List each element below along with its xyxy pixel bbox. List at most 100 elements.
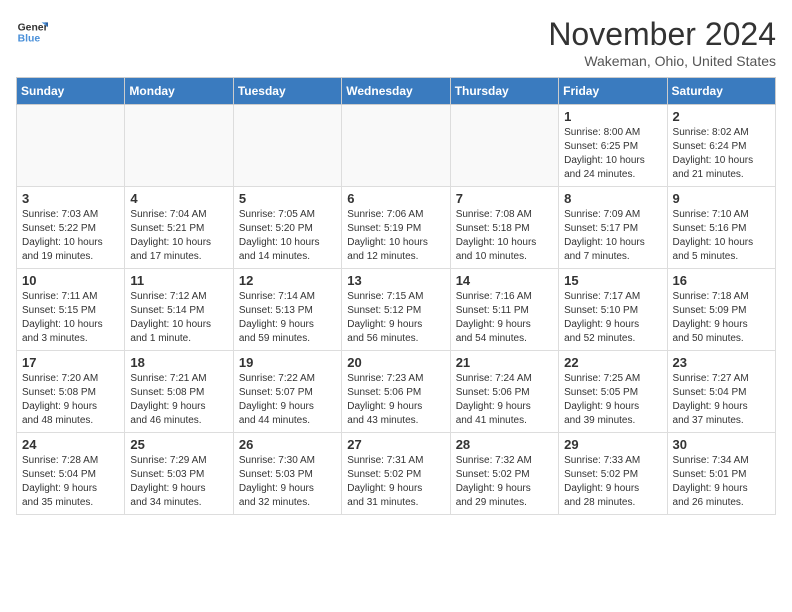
calendar-cell: 18 Sunrise: 7:21 AM Sunset: 5:08 PM Dayli…	[125, 351, 233, 433]
calendar-cell: 16Sunrise: 7:18 AM Sunset: 5:09 PM Dayli…	[667, 269, 775, 351]
day-number: 11	[130, 273, 227, 288]
day-number: 19	[239, 355, 336, 370]
day-number: 24	[22, 437, 119, 452]
logo-icon: General Blue	[16, 16, 48, 48]
day-info: Sunrise: 7:28 AM Sunset: 5:04 PM Dayligh…	[22, 454, 119, 510]
day-number: 20	[347, 355, 444, 370]
weekday-header-monday: Monday	[125, 78, 233, 105]
calendar-cell: 5 Sunrise: 7:05 AM Sunset: 5:20 PM Daylig…	[233, 187, 341, 269]
calendar-cell	[125, 105, 233, 187]
calendar-cell: 8Sunrise: 7:09 AM Sunset: 5:17 PM Daylig…	[559, 187, 667, 269]
calendar-cell: 15 Sunrise: 7:17 AM Sunset: 5:10 PM Dayli…	[559, 269, 667, 351]
day-number: 2	[673, 109, 770, 124]
calendar-cell: 22 Sunrise: 7:25 AM Sunset: 5:05 PM Dayli…	[559, 351, 667, 433]
calendar-cell: 14Sunrise: 7:16 AM Sunset: 5:11 PM Dayli…	[450, 269, 558, 351]
calendar-cell: 29 Sunrise: 7:33 AM Sunset: 5:02 PM Dayli…	[559, 433, 667, 515]
day-info: Sunrise: 7:16 AM Sunset: 5:11 PM Dayligh…	[456, 290, 553, 346]
calendar-cell: 12Sunrise: 7:14 AM Sunset: 5:13 PM Dayli…	[233, 269, 341, 351]
calendar-cell: 2 Sunrise: 8:02 AM Sunset: 6:24 PM Daylig…	[667, 105, 775, 187]
calendar-week-4: 17 Sunrise: 7:20 AM Sunset: 5:08 PM Dayli…	[17, 351, 776, 433]
day-info: Sunrise: 8:02 AM Sunset: 6:24 PM Dayligh…	[673, 126, 770, 182]
calendar-week-1: 1 Sunrise: 8:00 AM Sunset: 6:25 PM Daylig…	[17, 105, 776, 187]
calendar-week-3: 10Sunrise: 7:11 AM Sunset: 5:15 PM Dayli…	[17, 269, 776, 351]
day-info: Sunrise: 7:17 AM Sunset: 5:10 PM Dayligh…	[564, 290, 661, 346]
calendar-cell: 6 Sunrise: 7:06 AM Sunset: 5:19 PM Daylig…	[342, 187, 450, 269]
weekday-header-tuesday: Tuesday	[233, 78, 341, 105]
svg-text:General: General	[18, 22, 48, 33]
calendar-week-2: 3 Sunrise: 7:03 AM Sunset: 5:22 PM Daylig…	[17, 187, 776, 269]
day-info: Sunrise: 7:06 AM Sunset: 5:19 PM Dayligh…	[347, 208, 444, 264]
day-number: 28	[456, 437, 553, 452]
day-info: Sunrise: 7:34 AM Sunset: 5:01 PM Dayligh…	[673, 454, 770, 510]
calendar-cell: 25 Sunrise: 7:29 AM Sunset: 5:03 PM Dayli…	[125, 433, 233, 515]
day-number: 8	[564, 191, 661, 206]
calendar-cell: 4 Sunrise: 7:04 AM Sunset: 5:21 PM Daylig…	[125, 187, 233, 269]
calendar-cell: 24 Sunrise: 7:28 AM Sunset: 5:04 PM Dayli…	[17, 433, 125, 515]
day-number: 6	[347, 191, 444, 206]
day-info: Sunrise: 7:11 AM Sunset: 5:15 PM Dayligh…	[22, 290, 119, 346]
day-info: Sunrise: 7:20 AM Sunset: 5:08 PM Dayligh…	[22, 372, 119, 428]
day-info: Sunrise: 7:33 AM Sunset: 5:02 PM Dayligh…	[564, 454, 661, 510]
day-number: 25	[130, 437, 227, 452]
day-number: 27	[347, 437, 444, 452]
day-number: 9	[673, 191, 770, 206]
day-info: Sunrise: 7:10 AM Sunset: 5:16 PM Dayligh…	[673, 208, 770, 264]
day-number: 30	[673, 437, 770, 452]
calendar-cell: 20 Sunrise: 7:23 AM Sunset: 5:06 PM Dayli…	[342, 351, 450, 433]
day-number: 29	[564, 437, 661, 452]
day-number: 26	[239, 437, 336, 452]
calendar-cell: 17 Sunrise: 7:20 AM Sunset: 5:08 PM Dayli…	[17, 351, 125, 433]
day-info: Sunrise: 8:00 AM Sunset: 6:25 PM Dayligh…	[564, 126, 661, 182]
day-number: 7	[456, 191, 553, 206]
month-title: November 2024	[548, 16, 776, 53]
calendar-cell: 30 Sunrise: 7:34 AM Sunset: 5:01 PM Dayli…	[667, 433, 775, 515]
day-info: Sunrise: 7:29 AM Sunset: 5:03 PM Dayligh…	[130, 454, 227, 510]
calendar-cell: 28 Sunrise: 7:32 AM Sunset: 5:02 PM Dayli…	[450, 433, 558, 515]
day-number: 18	[130, 355, 227, 370]
calendar-cell: 19 Sunrise: 7:22 AM Sunset: 5:07 PM Dayli…	[233, 351, 341, 433]
day-info: Sunrise: 7:21 AM Sunset: 5:08 PM Dayligh…	[130, 372, 227, 428]
day-number: 1	[564, 109, 661, 124]
calendar-cell: 27 Sunrise: 7:31 AM Sunset: 5:02 PM Dayli…	[342, 433, 450, 515]
day-info: Sunrise: 7:22 AM Sunset: 5:07 PM Dayligh…	[239, 372, 336, 428]
day-info: Sunrise: 7:23 AM Sunset: 5:06 PM Dayligh…	[347, 372, 444, 428]
day-info: Sunrise: 7:31 AM Sunset: 5:02 PM Dayligh…	[347, 454, 444, 510]
calendar-cell: 7Sunrise: 7:08 AM Sunset: 5:18 PM Daylig…	[450, 187, 558, 269]
day-info: Sunrise: 7:12 AM Sunset: 5:14 PM Dayligh…	[130, 290, 227, 346]
day-number: 12	[239, 273, 336, 288]
calendar-table: SundayMondayTuesdayWednesdayThursdayFrid…	[16, 77, 776, 515]
day-number: 15	[564, 273, 661, 288]
calendar-cell: 9 Sunrise: 7:10 AM Sunset: 5:16 PM Daylig…	[667, 187, 775, 269]
day-number: 17	[22, 355, 119, 370]
calendar-cell	[233, 105, 341, 187]
day-info: Sunrise: 7:03 AM Sunset: 5:22 PM Dayligh…	[22, 208, 119, 264]
day-number: 21	[456, 355, 553, 370]
day-number: 3	[22, 191, 119, 206]
day-info: Sunrise: 7:25 AM Sunset: 5:05 PM Dayligh…	[564, 372, 661, 428]
weekday-header-friday: Friday	[559, 78, 667, 105]
calendar-cell: 10Sunrise: 7:11 AM Sunset: 5:15 PM Dayli…	[17, 269, 125, 351]
calendar-cell: 23Sunrise: 7:27 AM Sunset: 5:04 PM Dayli…	[667, 351, 775, 433]
logo: General Blue	[16, 16, 48, 48]
location: Wakeman, Ohio, United States	[548, 53, 776, 69]
svg-text:Blue: Blue	[18, 34, 41, 45]
day-info: Sunrise: 7:30 AM Sunset: 5:03 PM Dayligh…	[239, 454, 336, 510]
calendar-cell: 11 Sunrise: 7:12 AM Sunset: 5:14 PM Dayli…	[125, 269, 233, 351]
day-number: 5	[239, 191, 336, 206]
day-info: Sunrise: 7:32 AM Sunset: 5:02 PM Dayligh…	[456, 454, 553, 510]
calendar-week-5: 24 Sunrise: 7:28 AM Sunset: 5:04 PM Dayli…	[17, 433, 776, 515]
weekday-header-wednesday: Wednesday	[342, 78, 450, 105]
weekday-header-sunday: Sunday	[17, 78, 125, 105]
day-info: Sunrise: 7:04 AM Sunset: 5:21 PM Dayligh…	[130, 208, 227, 264]
calendar-cell: 13Sunrise: 7:15 AM Sunset: 5:12 PM Dayli…	[342, 269, 450, 351]
day-number: 22	[564, 355, 661, 370]
calendar-cell: 26 Sunrise: 7:30 AM Sunset: 5:03 PM Dayli…	[233, 433, 341, 515]
title-block: November 2024 Wakeman, Ohio, United Stat…	[548, 16, 776, 69]
day-info: Sunrise: 7:24 AM Sunset: 5:06 PM Dayligh…	[456, 372, 553, 428]
day-info: Sunrise: 7:05 AM Sunset: 5:20 PM Dayligh…	[239, 208, 336, 264]
calendar-cell	[450, 105, 558, 187]
day-number: 4	[130, 191, 227, 206]
calendar-cell: 3 Sunrise: 7:03 AM Sunset: 5:22 PM Daylig…	[17, 187, 125, 269]
calendar-cell	[17, 105, 125, 187]
day-info: Sunrise: 7:18 AM Sunset: 5:09 PM Dayligh…	[673, 290, 770, 346]
